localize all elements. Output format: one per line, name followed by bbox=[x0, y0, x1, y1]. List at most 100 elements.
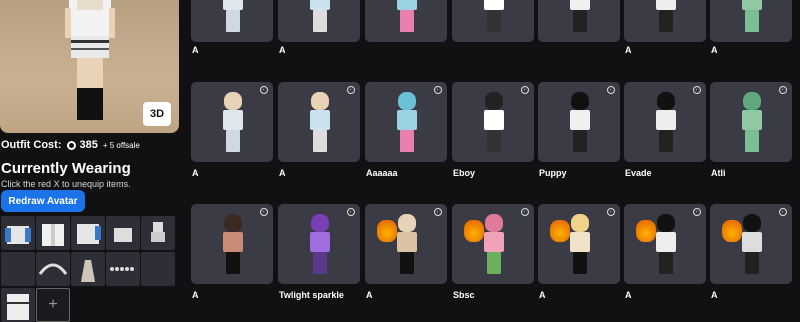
outfit-name: A bbox=[711, 45, 718, 55]
worn-item[interactable] bbox=[36, 252, 70, 286]
view-3d-button[interactable]: 3D bbox=[143, 102, 171, 126]
worn-item[interactable] bbox=[141, 216, 175, 250]
outfit-card[interactable] bbox=[710, 204, 792, 284]
gear-icon[interactable] bbox=[260, 208, 268, 216]
pumpkin-icon bbox=[636, 220, 656, 242]
worn-item[interactable] bbox=[1, 288, 35, 322]
gear-icon[interactable] bbox=[434, 86, 442, 94]
outfit-card[interactable] bbox=[624, 82, 706, 162]
outfit-cost: Outfit Cost: 385 + 5 offsale bbox=[1, 139, 140, 151]
outfit-name: A bbox=[279, 168, 286, 178]
gear-icon[interactable] bbox=[693, 208, 701, 216]
outfit-name: A bbox=[192, 45, 199, 55]
outfit-avatar bbox=[221, 92, 245, 156]
gear-icon[interactable] bbox=[347, 86, 355, 94]
avatar-figure bbox=[65, 0, 115, 120]
outfit-name: A bbox=[625, 290, 632, 300]
outfit-avatar bbox=[308, 214, 332, 278]
outfit-card[interactable] bbox=[452, 0, 534, 42]
worn-item[interactable] bbox=[106, 216, 140, 250]
outfit-avatar bbox=[395, 92, 419, 156]
outfit-avatar bbox=[568, 92, 592, 156]
outfit-name: A bbox=[279, 45, 286, 55]
outfit-card[interactable] bbox=[624, 0, 706, 42]
currently-wearing-hint: Click the red X to unequip items. bbox=[1, 179, 131, 189]
outfit-card[interactable] bbox=[452, 82, 534, 162]
outfit-name: Eboy bbox=[453, 168, 476, 178]
outfit-name: A bbox=[192, 168, 199, 178]
outfit-card[interactable] bbox=[191, 82, 273, 162]
outfit-avatar bbox=[482, 0, 506, 36]
avatar-preview: 3D bbox=[0, 0, 179, 133]
outfit-avatar bbox=[308, 92, 332, 156]
pumpkin-icon bbox=[722, 220, 742, 242]
currently-wearing-title: Currently Wearing bbox=[1, 160, 131, 177]
outfit-avatar bbox=[308, 0, 332, 36]
outfit-avatar bbox=[568, 0, 592, 36]
gear-icon[interactable] bbox=[607, 86, 615, 94]
gear-icon[interactable] bbox=[521, 208, 529, 216]
worn-item[interactable] bbox=[106, 252, 140, 286]
outfit-avatar bbox=[482, 92, 506, 156]
outfit-avatar bbox=[654, 0, 678, 36]
outfit-name: A bbox=[366, 290, 373, 300]
outfit-name: Twlight sparkle bbox=[279, 290, 344, 300]
gear-icon[interactable] bbox=[693, 86, 701, 94]
worn-item[interactable] bbox=[141, 252, 175, 286]
outfit-avatar bbox=[654, 214, 678, 278]
worn-item[interactable] bbox=[71, 252, 105, 286]
worn-item[interactable] bbox=[1, 252, 35, 286]
gear-icon[interactable] bbox=[434, 208, 442, 216]
outfit-avatar bbox=[740, 0, 764, 36]
outfit-card[interactable] bbox=[538, 82, 620, 162]
plus-icon: + bbox=[48, 296, 58, 313]
outfit-card[interactable] bbox=[538, 0, 620, 42]
worn-item[interactable] bbox=[71, 216, 105, 250]
outfit-card[interactable] bbox=[191, 204, 273, 284]
outfit-name: Atli bbox=[711, 168, 726, 178]
pumpkin-icon bbox=[550, 220, 570, 242]
gear-icon[interactable] bbox=[521, 86, 529, 94]
worn-item[interactable] bbox=[1, 216, 35, 250]
outfit-card[interactable] bbox=[278, 204, 360, 284]
outfit-card[interactable] bbox=[278, 0, 360, 42]
outfit-card[interactable] bbox=[538, 204, 620, 284]
outfit-card[interactable] bbox=[710, 0, 792, 42]
outfit-card[interactable] bbox=[191, 0, 273, 42]
worn-item[interactable] bbox=[36, 216, 70, 250]
redraw-avatar-button[interactable]: Redraw Avatar bbox=[1, 190, 85, 212]
outfit-cost-value: 385 bbox=[79, 139, 98, 151]
pumpkin-icon bbox=[464, 220, 484, 242]
outfit-card[interactable] bbox=[452, 204, 534, 284]
outfit-name: Puppy bbox=[539, 168, 567, 178]
outfit-avatar bbox=[482, 214, 506, 278]
outfit-avatar bbox=[740, 214, 764, 278]
outfit-name: Evade bbox=[625, 168, 652, 178]
outfit-avatar bbox=[654, 92, 678, 156]
outfit-name: Sbsc bbox=[453, 290, 475, 300]
outfit-card[interactable] bbox=[710, 82, 792, 162]
outfit-card[interactable] bbox=[365, 0, 447, 42]
outfit-cost-label: Outfit Cost: bbox=[1, 139, 62, 151]
gear-icon[interactable] bbox=[260, 86, 268, 94]
gear-icon[interactable] bbox=[779, 86, 787, 94]
outfit-name: A bbox=[711, 290, 718, 300]
outfit-avatar bbox=[221, 214, 245, 278]
outfit-card[interactable] bbox=[365, 204, 447, 284]
outfit-card[interactable] bbox=[624, 204, 706, 284]
gear-icon[interactable] bbox=[607, 208, 615, 216]
outfit-avatar bbox=[568, 214, 592, 278]
add-item-button[interactable]: + bbox=[36, 288, 70, 322]
offsale-count: + 5 offsale bbox=[102, 140, 140, 150]
outfit-avatar bbox=[395, 0, 419, 36]
robux-icon bbox=[67, 140, 77, 150]
outfit-name: A bbox=[192, 290, 199, 300]
outfit-name: Aaaaaa bbox=[366, 168, 398, 178]
outfit-card[interactable] bbox=[365, 82, 447, 162]
outfit-avatar bbox=[221, 0, 245, 36]
gear-icon[interactable] bbox=[347, 208, 355, 216]
outfit-avatar bbox=[395, 214, 419, 278]
gear-icon[interactable] bbox=[779, 208, 787, 216]
pumpkin-icon bbox=[377, 220, 397, 242]
outfit-card[interactable] bbox=[278, 82, 360, 162]
